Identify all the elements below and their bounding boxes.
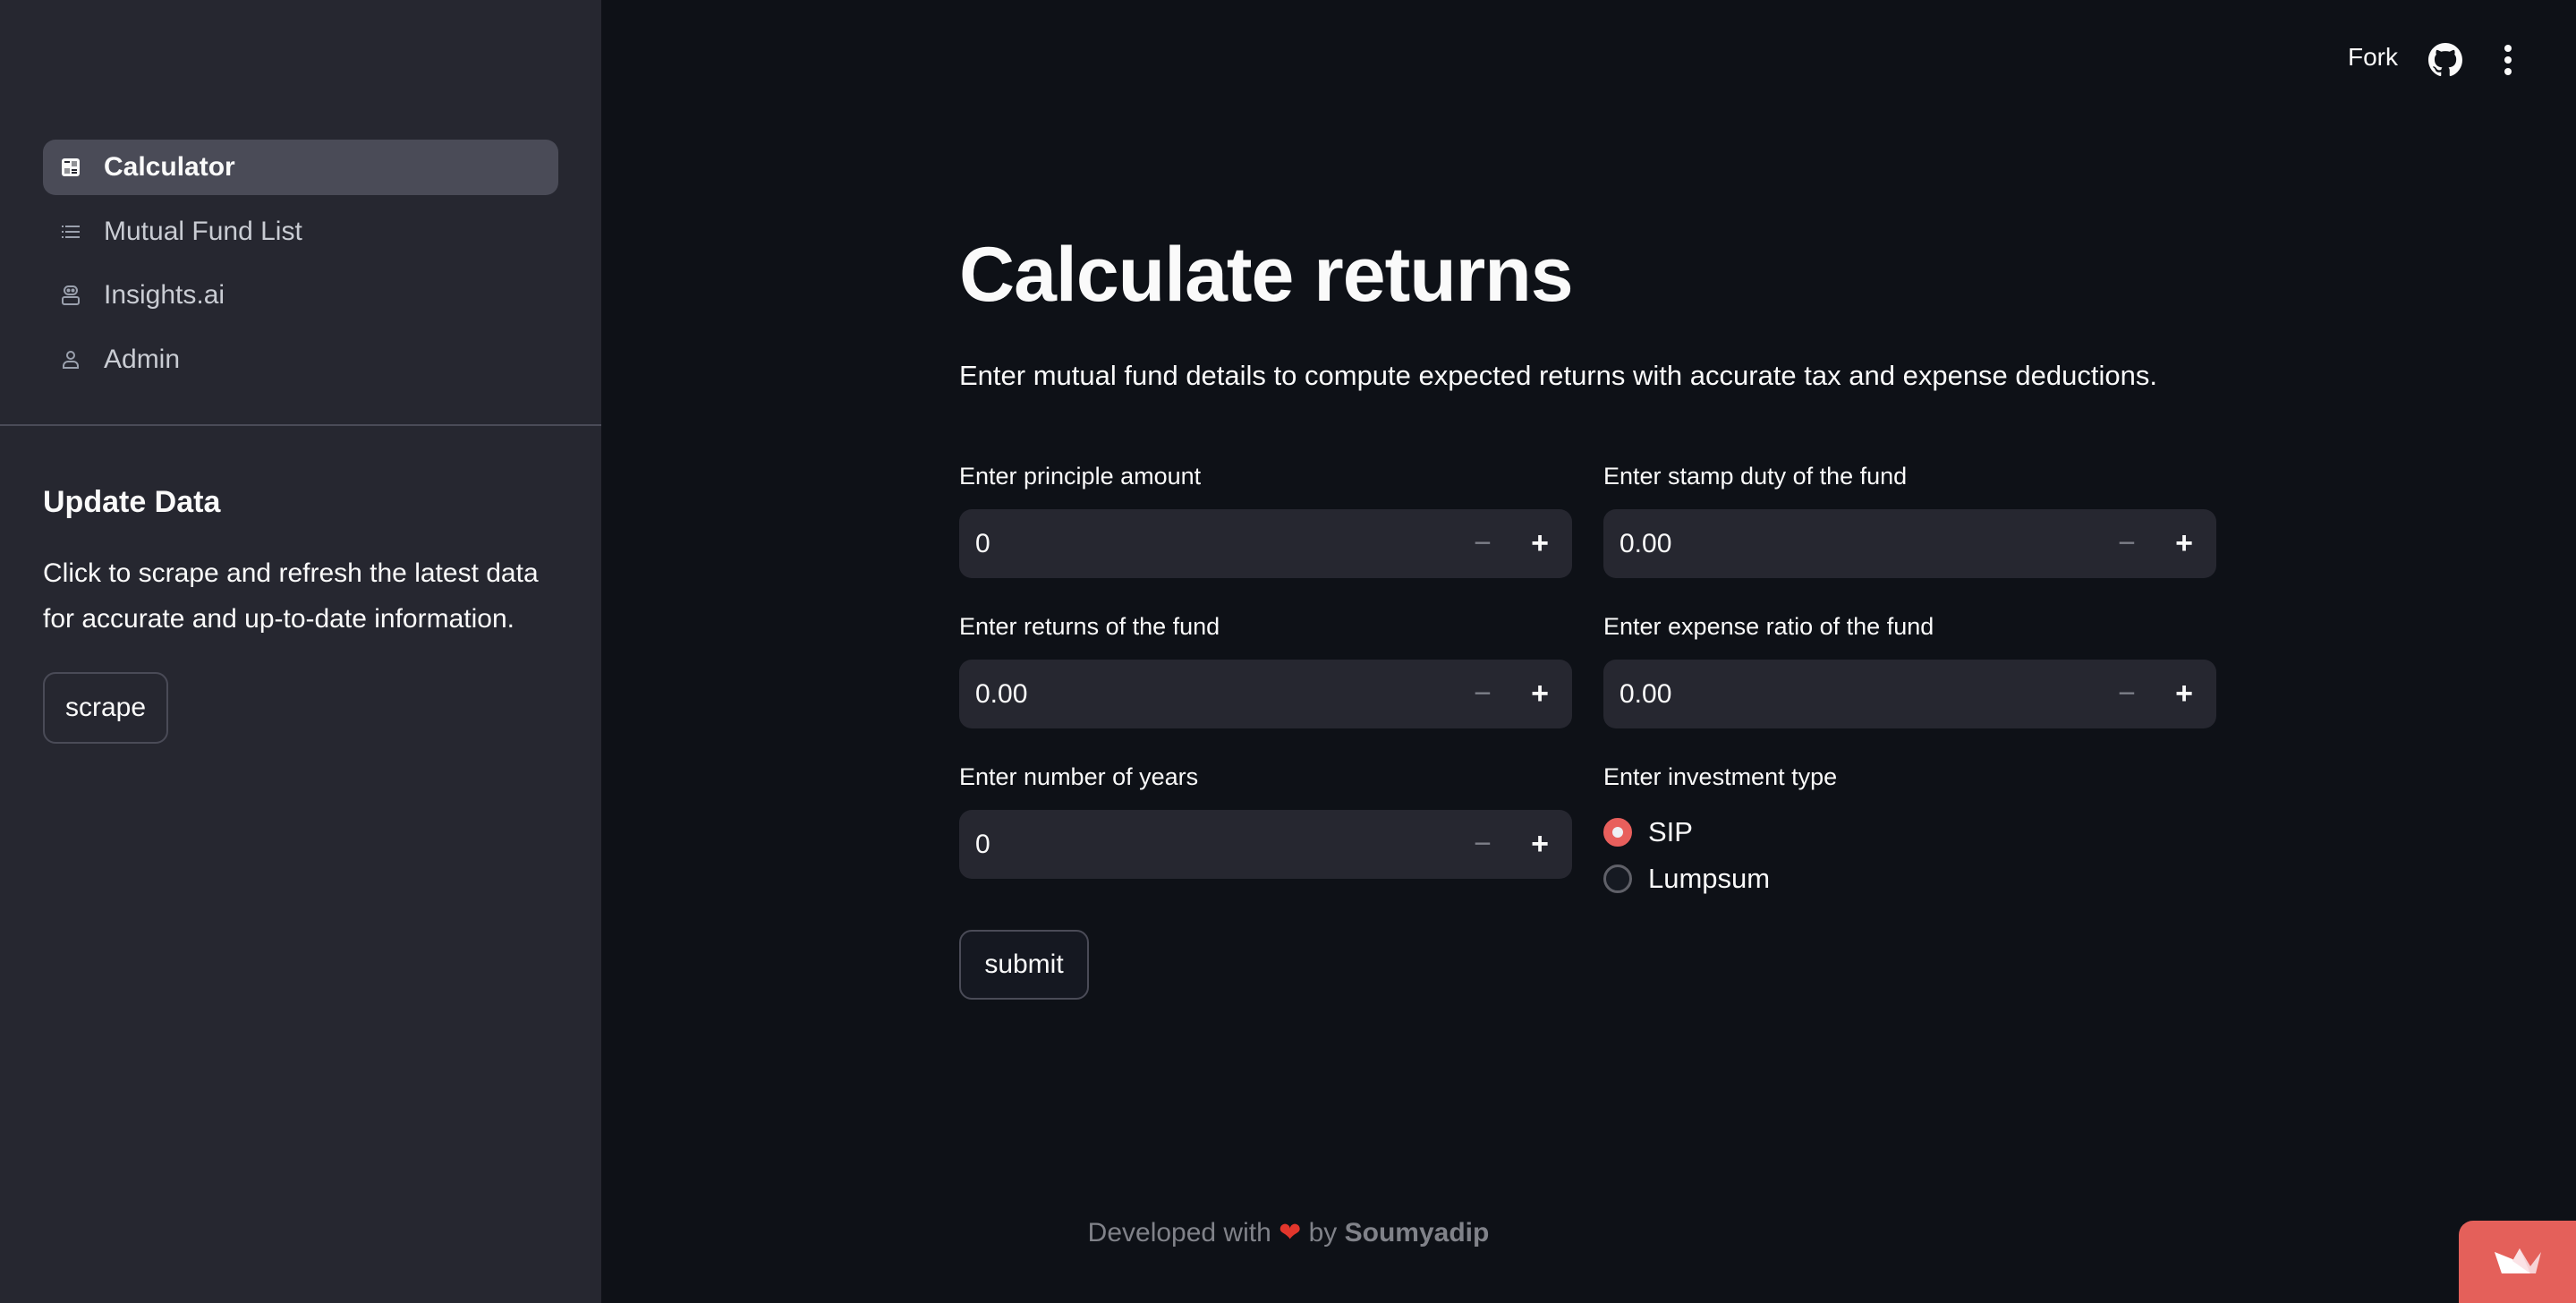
person-icon [59,348,82,371]
increment-button[interactable]: + [2155,509,2213,578]
list-icon [59,220,82,243]
page-subtitle: Enter mutual fund details to compute exp… [959,360,2157,391]
years-input-wrapper: − + [959,810,1572,879]
footer-author: Soumyadip [1344,1218,1490,1248]
update-data-description: Click to scrape and refresh the latest d… [43,558,539,634]
sidebar-item-label: Calculator [104,152,235,182]
principle-label: Enter principle amount [959,463,1202,490]
radio-option-lumpsum[interactable]: Lumpsum [1603,863,1770,895]
stamp-duty-input-wrapper: − + [1603,509,2216,578]
expense-ratio-label: Enter expense ratio of the fund [1603,613,1934,640]
sidebar-divider [0,424,601,426]
investment-type-label: Enter investment type [1603,763,1838,790]
expense-ratio-input[interactable] [1603,660,2098,728]
increment-button[interactable]: + [2155,660,2213,728]
years-label: Enter number of years [959,763,1199,790]
footer-by: by [1308,1218,1338,1248]
menu-dot [2504,68,2512,75]
increment-button[interactable]: + [1511,660,1569,728]
principle-input[interactable] [959,509,1454,578]
years-input[interactable] [959,810,1454,879]
radio-option-sip[interactable]: SIP [1603,816,1693,848]
decrement-button[interactable]: − [2098,509,2155,578]
decrement-button[interactable]: − [1454,810,1511,879]
radio-button[interactable] [1603,864,1632,893]
heart-icon: ❤ [1279,1218,1302,1248]
returns-label: Enter returns of the fund [959,613,1220,640]
github-icon[interactable] [2428,43,2462,77]
sidebar-item-mutual-fund-list[interactable]: Mutual Fund List [43,204,558,260]
returns-input-wrapper: − + [959,660,1572,728]
more-vertical-icon[interactable] [2495,41,2521,79]
footer-prefix: Developed with [1087,1218,1271,1248]
update-data-heading: Update Data [43,485,221,519]
streamlit-badge[interactable] [2459,1221,2576,1303]
fork-link[interactable]: Fork [2348,43,2398,72]
sidebar-item-label: Insights.ai [104,280,225,310]
sidebar-item-insights[interactable]: Insights.ai [43,268,558,323]
sidebar-item-label: Mutual Fund List [104,217,302,246]
decrement-button[interactable]: − [1454,660,1511,728]
decrement-button[interactable]: − [1454,509,1511,578]
menu-dot [2504,45,2512,52]
scrape-button[interactable]: scrape [43,672,168,744]
stamp-duty-label: Enter stamp duty of the fund [1603,463,1908,490]
calculator-icon [59,156,82,179]
robot-icon [59,284,82,307]
sidebar-item-calculator[interactable]: Calculator [43,140,558,195]
expense-ratio-input-wrapper: − + [1603,660,2216,728]
submit-button[interactable]: submit [959,930,1089,1000]
radio-label: Lumpsum [1648,863,1771,894]
returns-input[interactable] [959,660,1454,728]
sidebar-item-admin[interactable]: Admin [43,332,558,387]
radio-button-checked[interactable] [1603,818,1632,847]
increment-button[interactable]: + [1511,509,1569,578]
sidebar-item-label: Admin [104,345,181,374]
principle-input-wrapper: − + [959,509,1572,578]
streamlit-crown-icon [2494,1248,2541,1273]
sidebar: Calculator Mutual Fund List Insights.ai … [0,0,601,1303]
increment-button[interactable]: + [1511,810,1569,879]
footer: Developed with ❤ by Soumyadip [601,1217,1976,1248]
stamp-duty-input[interactable] [1603,509,2098,578]
radio-label: SIP [1648,816,1693,847]
decrement-button[interactable]: − [2098,660,2155,728]
page-title: Calculate returns [959,232,1574,318]
menu-dot [2504,56,2512,64]
